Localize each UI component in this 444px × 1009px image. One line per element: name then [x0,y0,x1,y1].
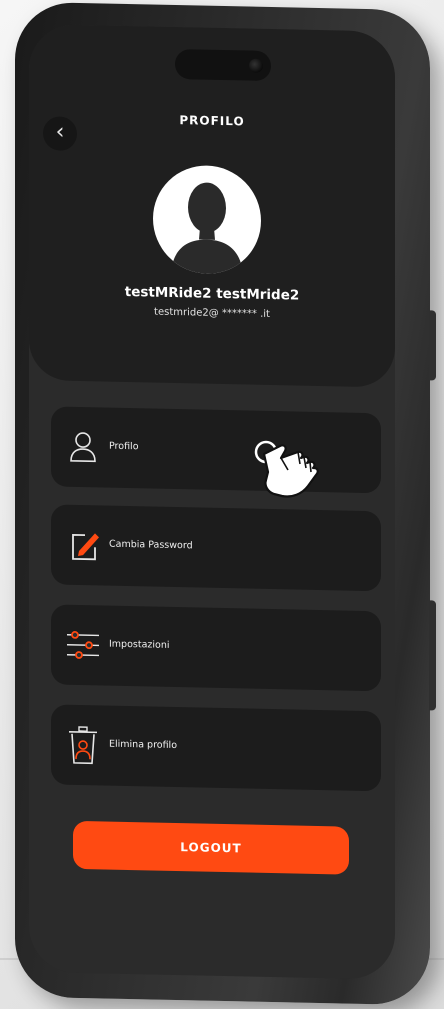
logout-button[interactable]: LOGOUT [73,820,349,875]
profile-header-card: ‹ PROFILO testMRide2 testMride2 testmrid… [29,23,395,388]
user-outline-icon [70,432,96,463]
menu-item-label: Elimina profilo [109,738,178,752]
menu-item-cambia-password[interactable]: Cambia Password [51,504,381,592]
menu-item-impostazioni[interactable]: Impostazioni [51,604,381,692]
camera-lens-icon [249,58,263,73]
phone-side-button [429,600,436,711]
user-silhouette-icon [171,182,243,275]
user-name: testMRide2 testMride2 [124,283,300,304]
app-screen: ‹ PROFILO testMRide2 testMride2 testmrid… [29,23,395,980]
page-title: PROFILO [179,113,245,129]
phone-side-button [429,310,436,381]
sliders-icon [67,631,99,659]
edit-pencil-icon [72,533,99,561]
menu-item-elimina-profilo[interactable]: Elimina profilo [51,704,381,792]
menu-item-label: Profilo [109,440,139,453]
user-email: testmride2@ ******* .it [154,306,270,320]
tap-hand-icon [254,440,319,498]
phone-frame: ‹ PROFILO testMRide2 testMride2 testmrid… [15,1,436,1006]
menu-item-label: Cambia Password [109,538,193,552]
dynamic-island [175,49,271,82]
trash-user-icon [69,726,97,765]
avatar [153,164,261,275]
screenshot-scene: ‹ PROFILO testMRide2 testMride2 testmrid… [0,0,444,1009]
menu-item-label: Impostazioni [109,638,170,651]
